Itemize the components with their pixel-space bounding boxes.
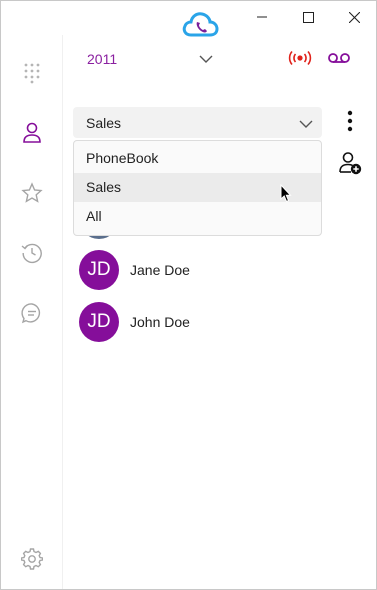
close-button[interactable]	[331, 1, 377, 33]
extension-row: 2011	[87, 47, 367, 71]
mouse-pointer-icon	[280, 183, 292, 208]
kebab-menu-icon	[347, 110, 353, 132]
title-bar	[1, 1, 377, 37]
contact-name: Jane Doe	[130, 262, 190, 278]
extension-number[interactable]: 2011	[87, 51, 117, 67]
gear-icon	[21, 548, 43, 570]
star-icon	[21, 182, 43, 203]
sidebar-item-chat[interactable]	[18, 299, 46, 327]
contact-name: John Doe	[130, 314, 190, 330]
extension-dropdown-chevron-icon[interactable]	[199, 51, 213, 69]
minimize-icon	[257, 16, 267, 18]
maximize-icon	[302, 11, 314, 23]
phonebook-select-value: Sales	[86, 115, 122, 131]
add-contact-icon	[339, 152, 362, 175]
dialpad-icon	[24, 63, 40, 84]
broadcast-icon[interactable]	[288, 50, 312, 71]
cloud-phone-logo-icon	[182, 10, 220, 42]
phonebook-select[interactable]: Sales	[73, 107, 322, 138]
avatar: JD	[79, 250, 119, 290]
contact-list-item[interactable]: JD John Doe	[79, 302, 359, 342]
app-window: 2011 Sales PhoneBook Sales All JD Jane D…	[0, 0, 377, 590]
chevron-down-icon	[299, 116, 313, 134]
dropdown-option-phonebook[interactable]: PhoneBook	[74, 144, 321, 173]
sidebar-item-contacts[interactable]	[18, 119, 46, 147]
sidebar-item-dialpad[interactable]	[18, 59, 46, 87]
close-icon	[348, 11, 360, 23]
voicemail-icon[interactable]	[328, 51, 350, 69]
contact-icon	[23, 122, 41, 143]
sidebar-item-favorites[interactable]	[18, 179, 46, 207]
chat-icon	[21, 303, 41, 324]
sidebar-item-history[interactable]	[18, 239, 46, 267]
contact-list-item[interactable]: JD Jane Doe	[79, 250, 359, 290]
more-options-button[interactable]	[341, 109, 359, 133]
minimize-button[interactable]	[239, 1, 285, 33]
maximize-button[interactable]	[285, 1, 331, 33]
sidebar	[1, 35, 63, 589]
avatar: JD	[79, 302, 119, 342]
history-icon	[21, 243, 42, 264]
sidebar-item-settings[interactable]	[18, 545, 46, 573]
add-contact-button[interactable]	[338, 151, 362, 175]
